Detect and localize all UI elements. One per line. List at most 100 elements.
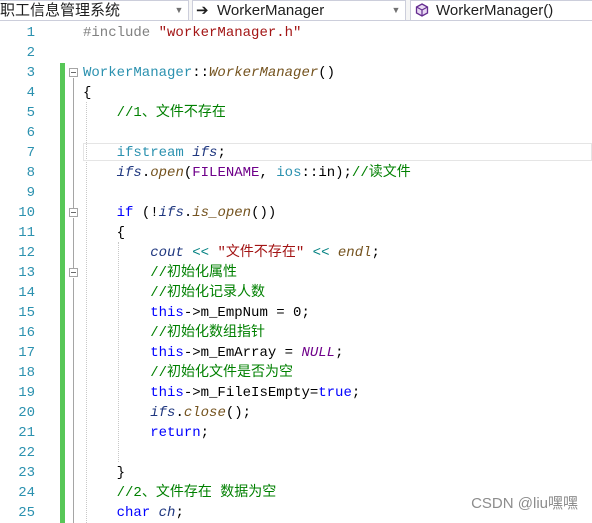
code-line: #include "workerManager.h"	[83, 23, 301, 43]
line-number: 10	[18, 205, 35, 221]
code-token: <<	[312, 245, 330, 261]
code-token: }	[83, 465, 126, 481]
arrow-right-icon: ➔	[196, 2, 209, 19]
scope-name: WorkerManager	[217, 2, 325, 19]
chevron-down-icon: ▼	[391, 5, 401, 15]
code-token: ;	[351, 385, 361, 401]
code-token: this	[150, 305, 184, 321]
project-dropdown[interactable]: 职工信息管理系统 ▼	[0, 0, 189, 21]
code-token: //初始化数组指针	[150, 325, 266, 341]
member-name: WorkerManager()	[436, 2, 554, 19]
code-token: .	[175, 405, 184, 421]
code-line: char ch;	[83, 503, 184, 523]
code-editor[interactable]: 1 2 3 4 5 6 7 8 9 10 11 12 13 14 15 16 17 18 19 20 21 22 23 24 2…	[0, 22, 592, 523]
code-token: close	[183, 405, 226, 421]
code-line: this->m_EmpNum = 0;	[83, 303, 310, 323]
fold-guide-line	[73, 218, 74, 272]
line-number: 6	[26, 125, 35, 141]
code-token: "文件不存在"	[217, 245, 305, 261]
code-line: if (!ifs.is_open())	[83, 203, 277, 223]
code-token: FILENAME	[192, 165, 260, 181]
code-token: {	[83, 225, 126, 241]
line-number: 8	[26, 165, 35, 181]
code-line: this->m_FileIsEmpty=true;	[83, 383, 360, 403]
code-line: {	[83, 83, 91, 103]
code-line: ifs.open(FILENAME, ios::in);//读文件	[83, 163, 411, 183]
code-token: //初始化属性	[150, 265, 238, 281]
code-token: (!	[133, 205, 159, 221]
code-token: (	[183, 165, 193, 181]
code-line: }	[83, 463, 125, 483]
code-line: this->m_EmArray = NULL;	[83, 343, 343, 363]
collapse-toggle-icon[interactable]	[69, 68, 78, 77]
code-token: ()	[318, 65, 336, 81]
line-number: 2	[26, 45, 35, 61]
code-token: this	[150, 385, 184, 401]
code-token: ifs	[150, 405, 176, 421]
code-token: //2、文件存在 数据为空	[116, 485, 277, 501]
code-token: #include	[83, 25, 159, 41]
code-line: ifstream ifs;	[83, 143, 226, 163]
line-number: 14	[18, 285, 35, 301]
chevron-down-icon: ▼	[174, 5, 184, 15]
change-indicator-bar	[60, 63, 65, 523]
code-token: ifstream	[116, 145, 184, 161]
line-number: 3	[26, 65, 35, 81]
line-number: 19	[18, 385, 35, 401]
code-token: "workerManager.h"	[158, 25, 302, 41]
code-token: true	[318, 385, 352, 401]
watermark: CSDN @liu嘿嘿	[471, 495, 578, 512]
member-dropdown[interactable]: WorkerManager()	[410, 0, 592, 21]
line-number: 1	[26, 25, 35, 41]
code-token: ())	[251, 205, 277, 221]
collapse-toggle-icon[interactable]	[69, 208, 78, 217]
line-number: 11	[18, 225, 35, 241]
code-token: NULL	[301, 345, 336, 361]
code-token: ();	[225, 405, 252, 421]
line-number: 18	[18, 365, 35, 381]
code-token: return	[150, 425, 201, 441]
code-token: in);	[318, 165, 352, 181]
code-line: return;	[83, 423, 209, 443]
code-token: <<	[192, 245, 210, 261]
code-token: ;	[335, 345, 344, 361]
line-number: 21	[18, 425, 35, 441]
line-number: 16	[18, 325, 35, 341]
code-line: //初始化记录人数	[83, 283, 265, 303]
code-token: //初始化文件是否为空	[150, 365, 294, 381]
code-token: //初始化记录人数	[150, 285, 266, 301]
project-name: 职工信息管理系统	[0, 2, 121, 19]
code-token: open	[150, 165, 184, 181]
code-token: {	[83, 85, 92, 101]
line-number: 23	[18, 465, 35, 481]
code-token: ch	[158, 505, 176, 521]
code-token: WorkerManager	[83, 65, 193, 81]
code-token: //读文件	[351, 165, 411, 181]
line-number: 12	[18, 245, 35, 261]
code-token: ::	[301, 165, 319, 181]
code-token: is_open	[192, 205, 252, 221]
collapse-toggle-icon[interactable]	[69, 268, 78, 277]
code-token: ;	[175, 505, 184, 521]
fold-guide-line	[73, 278, 74, 523]
code-token: ifs	[116, 165, 142, 181]
code-token: ->m_EmArray =	[183, 345, 302, 361]
navigation-bar: 职工信息管理系统 ▼ ➔ WorkerManager ▼ WorkerManag…	[0, 0, 592, 21]
code-line: //初始化属性	[83, 263, 237, 283]
method-cube-icon	[415, 3, 429, 17]
code-line: //2、文件存在 数据为空	[83, 483, 277, 503]
code-token: ,	[259, 165, 277, 181]
scope-dropdown[interactable]: ➔ WorkerManager ▼	[192, 0, 406, 21]
code-line: ifs.close();	[83, 403, 251, 423]
